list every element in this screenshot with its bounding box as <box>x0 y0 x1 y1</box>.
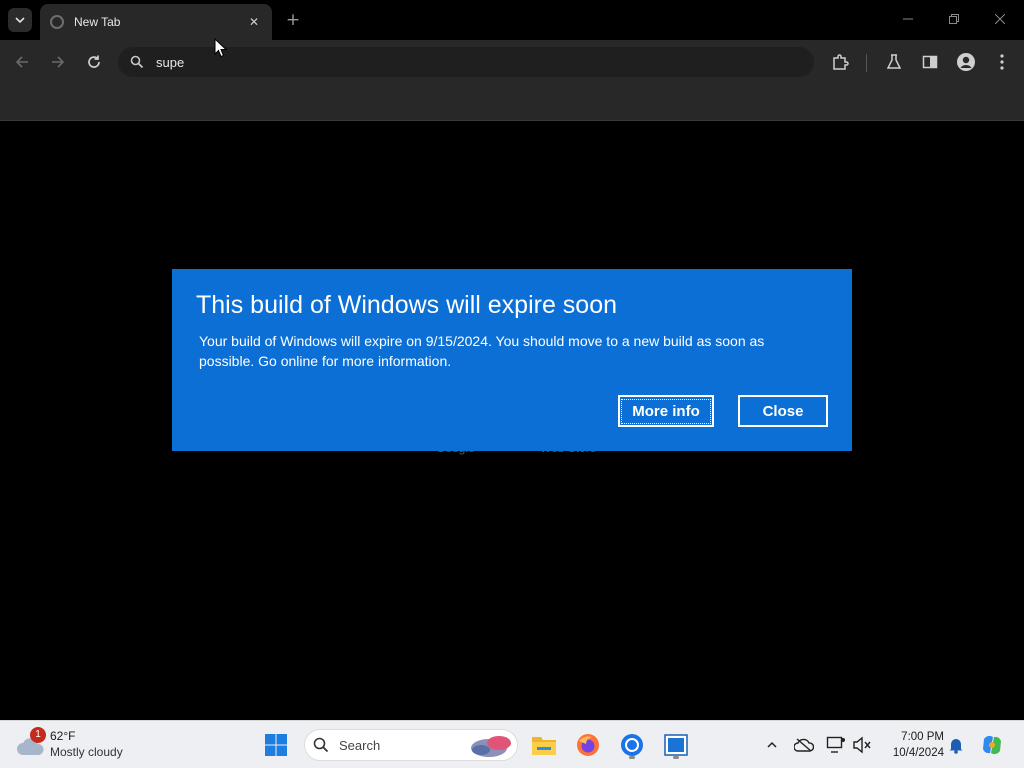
weather-condition: Mostly cloudy <box>50 745 123 759</box>
restore-button[interactable] <box>944 10 964 30</box>
taskbar-search-box[interactable]: Search <box>304 729 518 761</box>
running-indicator <box>673 756 679 759</box>
menu-button[interactable] <box>990 50 1014 74</box>
minimize-button[interactable] <box>898 10 918 30</box>
side-panel-button[interactable] <box>918 50 942 74</box>
tab-close-icon[interactable]: ✕ <box>246 14 262 30</box>
firefox-icon <box>577 734 599 756</box>
chevron-up-icon <box>767 741 777 748</box>
chrome-icon <box>621 734 643 756</box>
weather-widget[interactable]: 1 62°F Mostly cloudy <box>16 727 156 763</box>
browser-tab[interactable]: New Tab ✕ <box>40 4 272 40</box>
clock-time: 7:00 PM <box>901 731 944 743</box>
running-indicator <box>629 756 635 759</box>
tab-search-button[interactable] <box>8 8 32 32</box>
avatar-icon <box>957 53 975 71</box>
copilot-button[interactable] <box>980 733 1004 757</box>
puzzle-icon <box>833 54 849 70</box>
notification-button[interactable] <box>944 733 968 757</box>
window-close-button[interactable] <box>990 10 1010 30</box>
weather-notification-badge: 1 <box>30 727 46 743</box>
bookmark-bar <box>0 84 1024 121</box>
volume-button[interactable] <box>850 733 874 757</box>
search-icon <box>130 55 144 69</box>
browser-tabstrip: New Tab ✕ + <box>0 0 1024 40</box>
search-highlight-icon <box>471 736 511 757</box>
flask-icon <box>886 54 902 69</box>
app-icon <box>664 734 688 756</box>
weather-temperature: 62°F <box>50 729 76 743</box>
taskbar: 1 62°F Mostly cloudy Search 7:00 PM 10/4… <box>0 720 1024 768</box>
address-bar-text[interactable]: supe <box>156 55 184 70</box>
reload-icon <box>88 55 100 68</box>
chrome-button[interactable] <box>616 729 648 761</box>
back-button[interactable] <box>10 50 34 74</box>
file-explorer-button[interactable] <box>528 729 560 761</box>
chevron-down-icon <box>15 17 25 24</box>
minimize-icon <box>903 18 913 20</box>
show-hidden-icons-button[interactable] <box>760 733 784 757</box>
mouse-cursor-icon <box>214 38 228 58</box>
forward-button[interactable] <box>46 50 70 74</box>
new-tab-button[interactable]: + <box>283 10 303 30</box>
browser-toolbar: supe <box>0 40 1024 84</box>
reload-button[interactable] <box>82 50 106 74</box>
taskbar-clock[interactable]: 7:00 PM 10/4/2024 <box>874 729 944 761</box>
app-button[interactable] <box>660 729 692 761</box>
start-button[interactable] <box>260 729 292 761</box>
extensions-button[interactable] <box>828 50 852 74</box>
onedrive-button[interactable] <box>792 733 816 757</box>
expiration-dialog: This build of Windows will expire soon Y… <box>172 269 852 451</box>
more-info-button[interactable]: More info <box>618 395 714 427</box>
taskbar-search-label: Search <box>339 737 381 753</box>
windows-logo-icon <box>265 734 287 756</box>
back-arrow-icon <box>15 56 28 68</box>
dialog-title: This build of Windows will expire soon <box>196 291 618 319</box>
restore-icon <box>949 14 959 24</box>
globe-icon <box>50 15 64 29</box>
clock-date: 10/4/2024 <box>892 747 944 759</box>
more-info-label: More info <box>621 398 711 424</box>
dialog-close-button[interactable]: Close <box>738 395 828 427</box>
search-icon <box>313 737 329 753</box>
file-explorer-icon <box>532 737 556 755</box>
kebab-menu-icon <box>1000 54 1004 70</box>
firefox-button[interactable] <box>572 729 604 761</box>
toolbar-divider <box>866 54 867 72</box>
notification-bell-icon <box>949 739 963 754</box>
labs-button[interactable] <box>882 50 906 74</box>
profile-button[interactable] <box>954 50 978 74</box>
network-icon <box>826 736 845 753</box>
copilot-icon <box>983 735 1001 755</box>
dialog-message: Your build of Windows will expire on 9/1… <box>199 333 765 369</box>
onedrive-icon <box>794 738 814 752</box>
tab-title: New Tab <box>74 15 121 29</box>
network-button[interactable] <box>824 733 848 757</box>
volume-icon <box>853 736 871 754</box>
side-panel-icon <box>922 55 938 69</box>
forward-arrow-icon <box>52 56 65 68</box>
close-icon <box>994 13 1006 25</box>
